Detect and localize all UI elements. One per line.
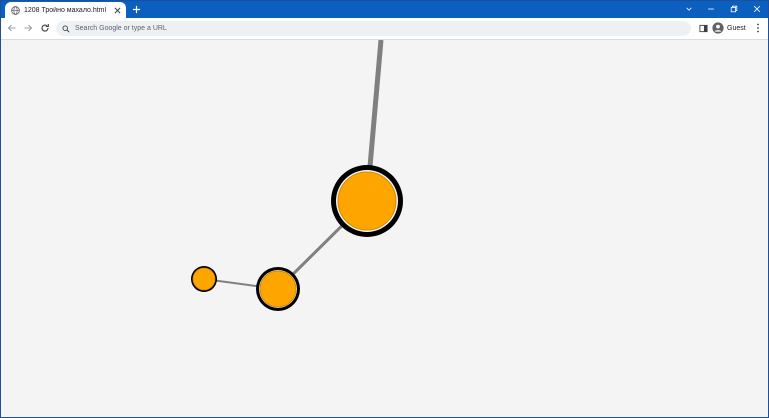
tab-title: 1208 Тройно махало.html — [24, 6, 107, 14]
globe-icon — [11, 5, 20, 15]
restore-icon[interactable] — [728, 3, 740, 15]
arrow-right-icon[interactable] — [22, 22, 34, 34]
pendulum-canvas — [191, 40, 403, 311]
profile-button[interactable]: Guest — [712, 21, 746, 35]
reload-icon[interactable] — [39, 22, 51, 34]
minimize-icon[interactable] — [705, 3, 717, 15]
page-content — [1, 40, 768, 417]
browser-window: 1208 Тройно махало.html Search Google or… — [0, 0, 769, 418]
address-placeholder: Search Google or type a URL — [75, 25, 167, 32]
pendulum-bob-large — [331, 165, 403, 237]
person-icon — [712, 22, 724, 34]
browser-tab[interactable]: 1208 Тройно махало.html — [5, 2, 126, 18]
search-icon — [61, 24, 70, 33]
address-bar[interactable]: Search Google or type a URL — [56, 21, 691, 36]
close-window-icon[interactable] — [751, 3, 763, 15]
chevron-down-icon[interactable] — [683, 3, 695, 15]
plus-icon[interactable] — [131, 4, 142, 15]
pendulum-bob-medium — [256, 267, 300, 311]
profile-label: Guest — [727, 24, 746, 32]
browser-toolbar: Search Google or type a URL Guest — [1, 18, 768, 40]
arrow-left-icon[interactable] — [6, 22, 18, 34]
kebab-menu-icon[interactable] — [752, 22, 764, 34]
side-panel-icon[interactable] — [697, 22, 709, 34]
title-bar: 1208 Тройно махало.html — [1, 1, 768, 18]
pendulum-bob-small — [191, 266, 217, 292]
close-icon[interactable] — [112, 5, 122, 15]
